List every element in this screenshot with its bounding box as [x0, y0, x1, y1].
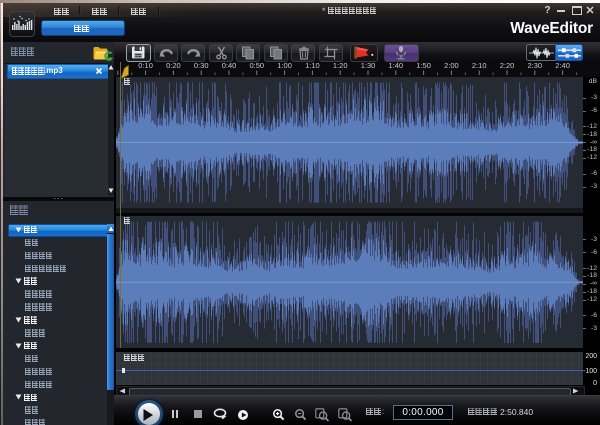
svg-text:0:20: 0:20 [166, 61, 181, 70]
svg-text:2:10: 2:10 [472, 61, 487, 70]
svg-text:1:20: 1:20 [333, 61, 348, 70]
svg-text:1:40: 1:40 [388, 61, 403, 70]
svg-text:1:10: 1:10 [305, 61, 320, 70]
svg-text:1:50: 1:50 [416, 61, 431, 70]
svg-text:2:30: 2:30 [527, 61, 542, 70]
svg-text:0:30: 0:30 [194, 61, 209, 70]
svg-text:0:40: 0:40 [222, 61, 237, 70]
svg-text:0:10: 0:10 [138, 61, 153, 70]
svg-text:1:30: 1:30 [361, 61, 376, 70]
svg-text:2:20: 2:20 [500, 61, 515, 70]
svg-text:1:00: 1:00 [277, 61, 292, 70]
svg-text:2:00: 2:00 [444, 61, 459, 70]
svg-text:2:40: 2:40 [555, 61, 570, 70]
svg-text:0:50: 0:50 [249, 61, 264, 70]
